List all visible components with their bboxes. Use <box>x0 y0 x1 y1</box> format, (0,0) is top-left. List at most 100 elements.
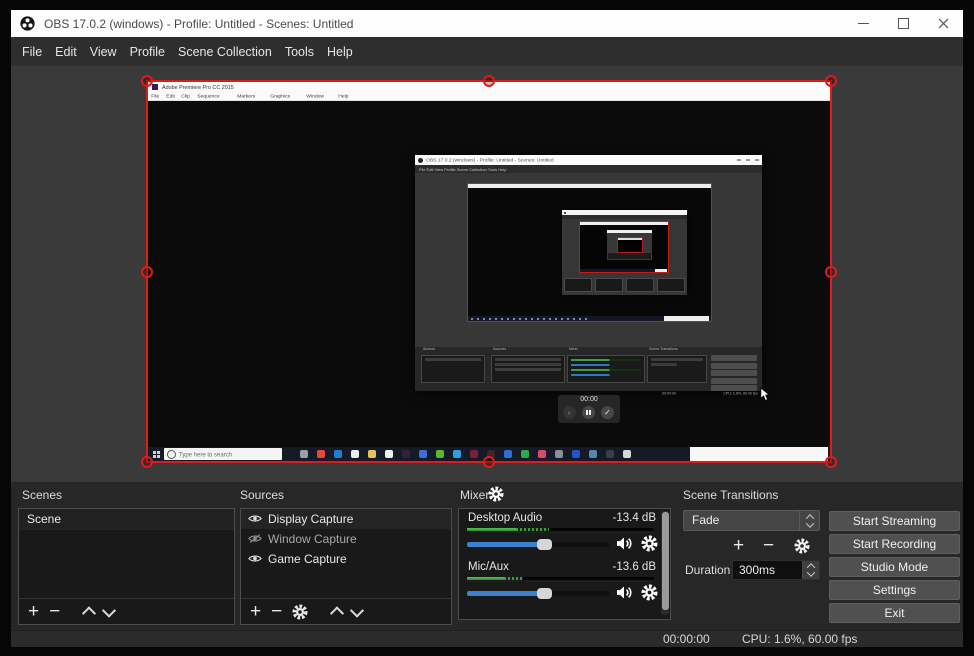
mixer-scrollbar-thumb[interactable] <box>661 512 669 610</box>
mouse-cursor <box>760 386 771 407</box>
source-up-button[interactable] <box>330 605 345 620</box>
source-label: Display Capture <box>268 512 354 526</box>
eye-icon[interactable] <box>248 512 262 526</box>
mini-sources-box <box>491 355 565 383</box>
resize-handle-se[interactable] <box>825 456 837 468</box>
menu-help[interactable]: Help <box>321 45 359 59</box>
premiere-app-icon <box>152 83 158 90</box>
mini-status-bar: 00:00:00 CPU: 1.6%, 60.00 fps <box>662 391 758 396</box>
resize-handle-e[interactable] <box>825 265 837 278</box>
eye-slash-icon[interactable] <box>248 532 262 546</box>
mixer-scrollbar[interactable] <box>661 511 669 615</box>
captured-menu-item: Help <box>337 92 349 99</box>
taskbar-app-icon <box>402 450 410 458</box>
scene-list-item[interactable]: Scene <box>19 509 234 530</box>
mini-scenes-box <box>421 355 485 383</box>
resize-handle-nw[interactable] <box>141 75 153 87</box>
status-cpu-fps: CPU: 1.6%, 60.00 fps <box>742 632 858 646</box>
menu-file[interactable]: File <box>16 45 48 59</box>
title-bar: OBS 17.0.2 (windows) - Profile: Untitled… <box>11 10 963 37</box>
speaker-icon[interactable] <box>616 536 634 551</box>
exit-button[interactable]: Exit <box>829 603 960 623</box>
close-button[interactable] <box>923 10 963 37</box>
transition-select[interactable]: Fade <box>683 510 820 531</box>
volume-slider-handle[interactable] <box>537 539 553 550</box>
mixer-gear-icon[interactable] <box>488 486 504 507</box>
menu-edit[interactable]: Edit <box>49 45 83 59</box>
captured-app-title: Adobe Premiere Pro CC 2015 <box>162 83 234 90</box>
status-bar: 00:00:00 CPU: 1.6%, 60.00 fps <box>11 630 963 647</box>
transitions-header: Scene Transitions <box>683 488 779 502</box>
menu-profile[interactable]: Profile <box>124 45 171 59</box>
start-streaming-button[interactable]: Start Streaming <box>829 511 960 531</box>
scene-up-button[interactable] <box>82 605 97 620</box>
eye-icon[interactable] <box>248 552 262 566</box>
transition-select-spinner[interactable] <box>799 511 819 530</box>
minimize-button[interactable] <box>843 10 883 37</box>
channel-gear-icon[interactable] <box>641 535 658 557</box>
volume-slider[interactable] <box>467 588 609 599</box>
mini-mixer-box <box>567 355 645 383</box>
volume-slider-handle[interactable] <box>537 588 553 599</box>
channel-gear-icon[interactable] <box>641 584 658 606</box>
mini-sources-header: Sources <box>493 347 507 352</box>
taskbar-app-icon <box>436 450 444 458</box>
menu-scene-collection[interactable]: Scene Collection <box>172 45 278 59</box>
captured-menu-item: Window <box>305 92 324 99</box>
taskbar-app-icon <box>555 450 563 458</box>
taskbar-app-icon <box>470 450 478 458</box>
source-row-display-capture[interactable]: Display Capture <box>241 509 451 529</box>
sources-header: Sources <box>240 488 285 502</box>
taskbar-app-icon <box>521 450 529 458</box>
remove-source-button[interactable] <box>271 599 282 624</box>
start-recording-button[interactable]: Start Recording <box>829 534 960 554</box>
menu-view[interactable]: View <box>84 45 123 59</box>
source-label: Game Capture <box>268 552 347 566</box>
docks-area: Scenes Sources Mixer Scene Transitions S… <box>11 482 963 630</box>
speaker-icon[interactable] <box>616 585 634 600</box>
duration-spinner[interactable] <box>802 561 819 579</box>
add-scene-button[interactable] <box>28 599 39 624</box>
recorder-overlay: 00:00 ✓ <box>558 395 620 423</box>
resize-handle-s[interactable] <box>483 456 495 468</box>
duration-input[interactable]: 300ms <box>732 560 820 580</box>
display-capture-source[interactable]: Adobe Premiere Pro CC 2015 File Edit Cli… <box>141 75 837 468</box>
taskbar-app-icon <box>504 450 512 458</box>
source-properties-gear-icon[interactable] <box>292 603 308 620</box>
maximize-button[interactable] <box>883 10 923 37</box>
channel-name: Desktop Audio <box>468 512 543 524</box>
record-button <box>563 406 576 419</box>
recursive-obs-window <box>562 210 687 295</box>
transition-properties-gear-icon[interactable] <box>794 536 810 556</box>
scene-down-button[interactable] <box>102 603 117 618</box>
taskbar-app-icon <box>453 450 461 458</box>
resize-handle-ne[interactable] <box>825 75 837 87</box>
mini-scenes-header: Scenes <box>423 347 436 352</box>
captured-menu-item: Sequence <box>196 92 220 99</box>
captured-menu-item: Graphics <box>269 92 290 99</box>
taskbar-app-icon <box>589 450 597 458</box>
add-transition-button[interactable] <box>733 536 744 556</box>
taskbar-search-text: Type here to search <box>179 450 233 458</box>
resize-handle-w[interactable] <box>141 265 153 278</box>
studio-mode-button[interactable]: Studio Mode <box>829 557 960 577</box>
source-row-window-capture[interactable]: Window Capture <box>241 529 451 549</box>
captured-menu-item: Edit <box>165 92 175 99</box>
settings-button[interactable]: Settings <box>829 580 960 600</box>
taskbar-search-box: Type here to search <box>164 448 282 460</box>
preview-area[interactable]: Adobe Premiere Pro CC 2015 File Edit Cli… <box>11 66 963 482</box>
recursive-docks <box>564 278 685 292</box>
source-row-game-capture[interactable]: Game Capture <box>241 549 451 569</box>
remove-scene-button[interactable] <box>49 599 60 624</box>
captured-obs-capture <box>467 183 712 322</box>
source-down-button[interactable] <box>350 603 365 618</box>
taskbar-app-icons <box>300 450 631 458</box>
recursive-body <box>562 219 687 295</box>
add-source-button[interactable] <box>250 599 261 624</box>
resize-handle-sw[interactable] <box>141 456 153 468</box>
menu-tools[interactable]: Tools <box>279 45 320 59</box>
mixer-panel: Desktop Audio -13.4 dB Mic/Aux -13.6 dB <box>458 508 671 620</box>
volume-slider[interactable] <box>467 539 609 550</box>
resize-handle-n[interactable] <box>483 75 495 87</box>
remove-transition-button[interactable] <box>763 536 774 556</box>
